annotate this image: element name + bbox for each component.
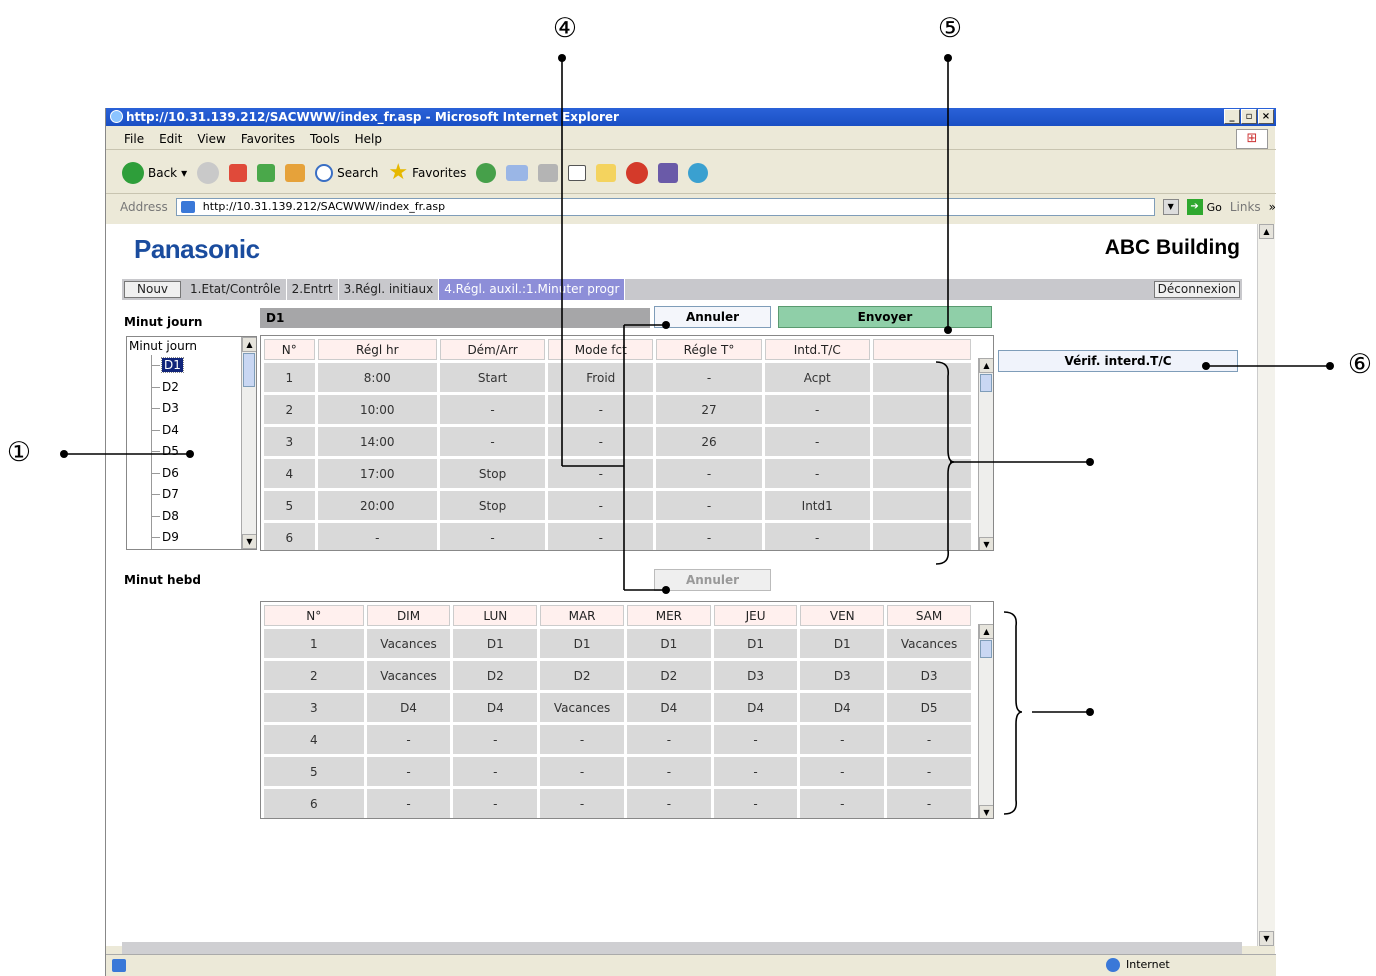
annotated-screenshot: ④ ⑤ ① ② ③ ⑥ http://10.31.139.212/SACWWW/… <box>0 0 1376 976</box>
callout-lines <box>60 54 1334 815</box>
